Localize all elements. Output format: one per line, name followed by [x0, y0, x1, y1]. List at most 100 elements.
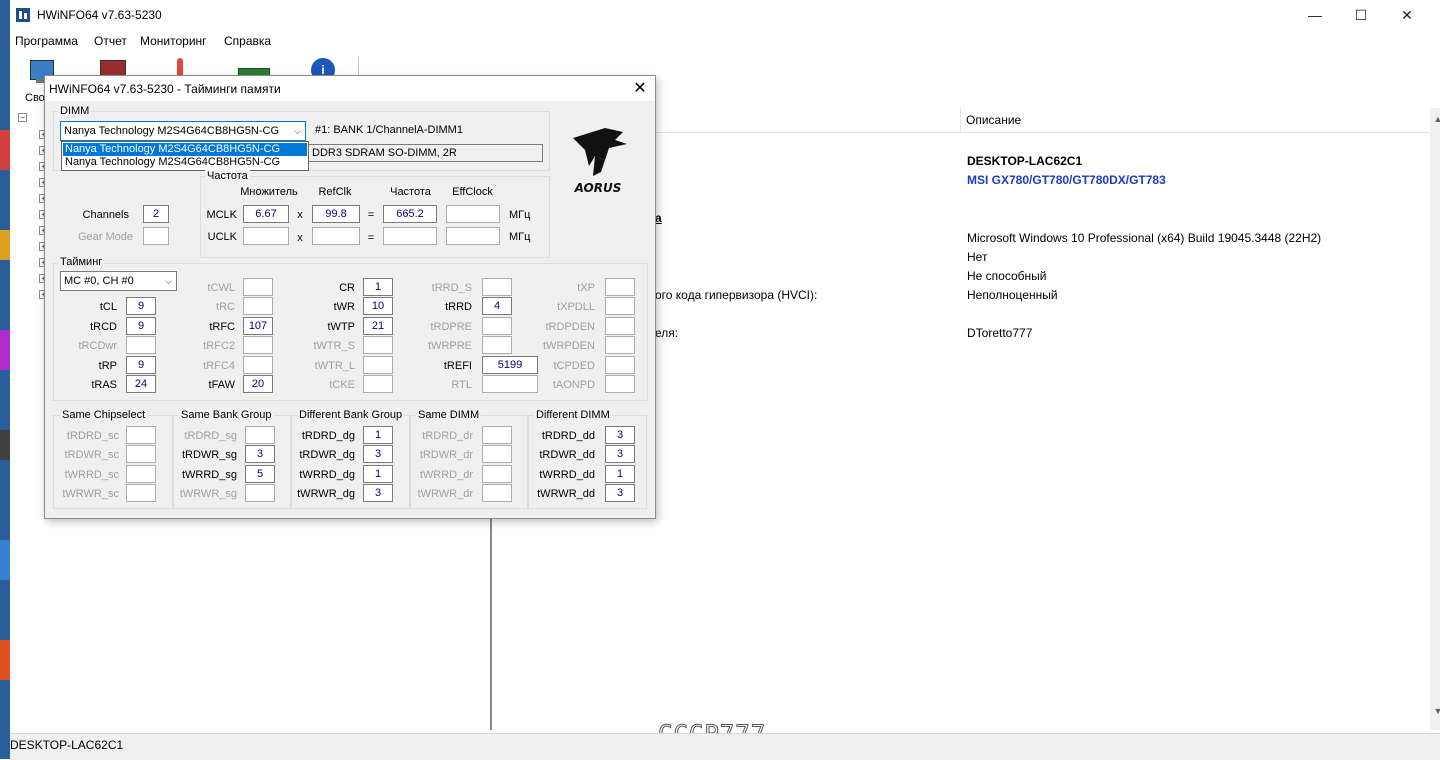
tcpded-value — [605, 356, 635, 374]
twrrd-dr-value — [482, 465, 512, 483]
maximize-button[interactable]: ☐ — [1338, 0, 1384, 30]
times-sign: x — [297, 232, 303, 244]
frequency-header: Частота — [390, 186, 431, 198]
twrwr-sc-label: tWRWR_sc — [62, 488, 119, 500]
hwinfo-app-icon — [16, 8, 30, 22]
trdpden-label: tRDPDEN — [545, 321, 595, 333]
uclk-effclock — [446, 227, 500, 245]
different-dimm-label: Different DIMM — [534, 409, 612, 421]
tcpded-label: tCPDED — [553, 360, 595, 372]
dimm-select[interactable]: Nanya Technology M2S4G64CB8HG5N-CG ⌵ — [60, 121, 306, 141]
trp-value: 9 — [126, 356, 156, 374]
refclk-header: RefClk — [318, 186, 352, 198]
dimm-option[interactable]: Nanya Technology M2S4G64CB8HG5N-CG — [63, 156, 307, 169]
trdwr-sc-value — [126, 445, 156, 463]
same-bank-group-label: Same Bank Group — [179, 409, 274, 421]
tras-value: 24 — [126, 375, 156, 393]
uclk-multiplier — [243, 227, 289, 245]
close-button[interactable]: ✕ — [1384, 0, 1430, 30]
twtr-s-label: tWTR_S — [313, 340, 355, 352]
twrpden-value — [605, 336, 635, 354]
scroll-up-icon[interactable]: ▲ — [1432, 114, 1440, 126]
scroll-down-icon[interactable]: ▼ — [1432, 706, 1440, 718]
user-label: еля: — [655, 326, 679, 340]
rtl-label: RTL — [451, 379, 472, 391]
taonpd-value — [605, 375, 635, 393]
same-dimm-label: Same DIMM — [416, 409, 482, 421]
trdrd-dd-value: 3 — [605, 426, 635, 444]
dialog-close-icon[interactable]: ✕ — [629, 79, 651, 99]
gear-mode-value — [143, 227, 169, 245]
trcdwr-label: tRCDwr — [78, 340, 118, 352]
twrrd-dr-label: tWRRD_dr — [419, 469, 473, 481]
trfc-value: 107 — [243, 317, 273, 335]
mclk-multiplier: 6.67 — [243, 205, 289, 223]
status-text: DESKTOP-LAC62C1 — [10, 738, 124, 752]
trdrd-dd-label: tRDRD_dd — [541, 430, 595, 442]
tcl-value: 9 — [126, 297, 156, 315]
description-column-header[interactable]: Описание — [966, 113, 1021, 127]
controller-channel-select[interactable]: MC #0, CH #0 ⌵ — [60, 271, 177, 291]
twrwr-sg-label: tWRWR_sg — [179, 488, 237, 500]
svg-text:AORUS: AORUS — [574, 181, 622, 195]
trcd-label: tRCD — [90, 321, 117, 333]
twtp-value: 21 — [363, 317, 393, 335]
tcke-value — [363, 375, 393, 393]
trdrd-dg-value: 1 — [363, 426, 393, 444]
trfc4-value — [243, 356, 273, 374]
trdrd-sg-label: tRDRD_sg — [184, 430, 237, 442]
trdwr-sc-label: tRDWR_sc — [64, 449, 119, 461]
mclk-refclk: 99.8 — [312, 205, 360, 223]
equals-sign: = — [367, 232, 375, 244]
tcke-label: tCKE — [329, 379, 355, 391]
twrwr-dd-label: tWRWR_dd — [537, 488, 595, 500]
vertical-scrollbar[interactable] — [1430, 108, 1440, 730]
hvci-value: Неполноценный — [967, 288, 1058, 302]
trdpden-value — [605, 317, 635, 335]
twrrd-dg-value: 1 — [363, 465, 393, 483]
trdrd-sc-label: tRDRD_sc — [67, 430, 119, 442]
twtr-l-value — [363, 356, 393, 374]
txpdll-value — [605, 297, 635, 315]
trdrd-sg-value — [245, 426, 275, 444]
tcwl-value — [243, 278, 273, 296]
twrwr-dd-value: 3 — [605, 484, 635, 502]
trrd-label: tRRD — [445, 301, 472, 313]
twtp-label: tWTP — [327, 321, 356, 333]
dimm-dropdown-list: Nanya Technology M2S4G64CB8HG5N-CG Nanya… — [61, 141, 309, 171]
trdrd-sc-value — [126, 426, 156, 444]
same-chipselect-label: Same Chipselect — [60, 409, 148, 421]
rtl-value — [482, 375, 538, 393]
uclk-refclk — [312, 227, 360, 245]
trefi-label: tREFI — [443, 360, 472, 372]
menu-monitoring[interactable]: Мониторинг — [140, 34, 207, 48]
menu-help[interactable]: Справка — [224, 34, 271, 48]
controller-channel-value: MC #0, CH #0 — [64, 275, 134, 287]
twrwr-sc-value — [126, 484, 156, 502]
title-bar: HWiNFO64 v7.63-5230 — ☐ ✕ — [10, 0, 1440, 32]
dimm-option[interactable]: Nanya Technology M2S4G64CB8HG5N-CG — [63, 143, 307, 156]
value-row-2: Нет — [967, 250, 988, 264]
twtr-s-value — [363, 336, 393, 354]
frequency-group-label: Частота — [205, 170, 250, 182]
effclock-header: EffClock — [452, 186, 493, 198]
twrwr-dg-label: tWRWR_dg — [297, 488, 355, 500]
uclk-unit: МГц — [509, 231, 531, 243]
minimize-button[interactable]: — — [1292, 0, 1338, 30]
status-bar: DESKTOP-LAC62C1 — [10, 733, 1440, 760]
trfc-label: tRFC — [209, 321, 235, 333]
twrrd-dd-value: 1 — [605, 465, 635, 483]
twrwr-dr-label: tWRWR_dr — [417, 488, 473, 500]
window-title: HWiNFO64 v7.63-5230 — [37, 8, 162, 22]
gear-mode-label: Gear Mode — [77, 231, 133, 243]
trdwr-dg-value: 3 — [363, 445, 393, 463]
twrrd-sg-label: tWRRD_sg — [181, 469, 237, 481]
twrrd-dd-label: tWRRD_dd — [539, 469, 595, 481]
dimm-group-label: DIMM — [58, 105, 92, 117]
os-value: Microsoft Windows 10 Professional (x64) … — [967, 231, 1322, 245]
trdwr-dr-label: tRDWR_dr — [419, 449, 473, 461]
menu-report[interactable]: Отчет — [94, 34, 127, 48]
menu-program[interactable]: Программа — [15, 34, 78, 48]
trcdwr-value — [126, 336, 156, 354]
cr-label: CR — [339, 282, 355, 294]
